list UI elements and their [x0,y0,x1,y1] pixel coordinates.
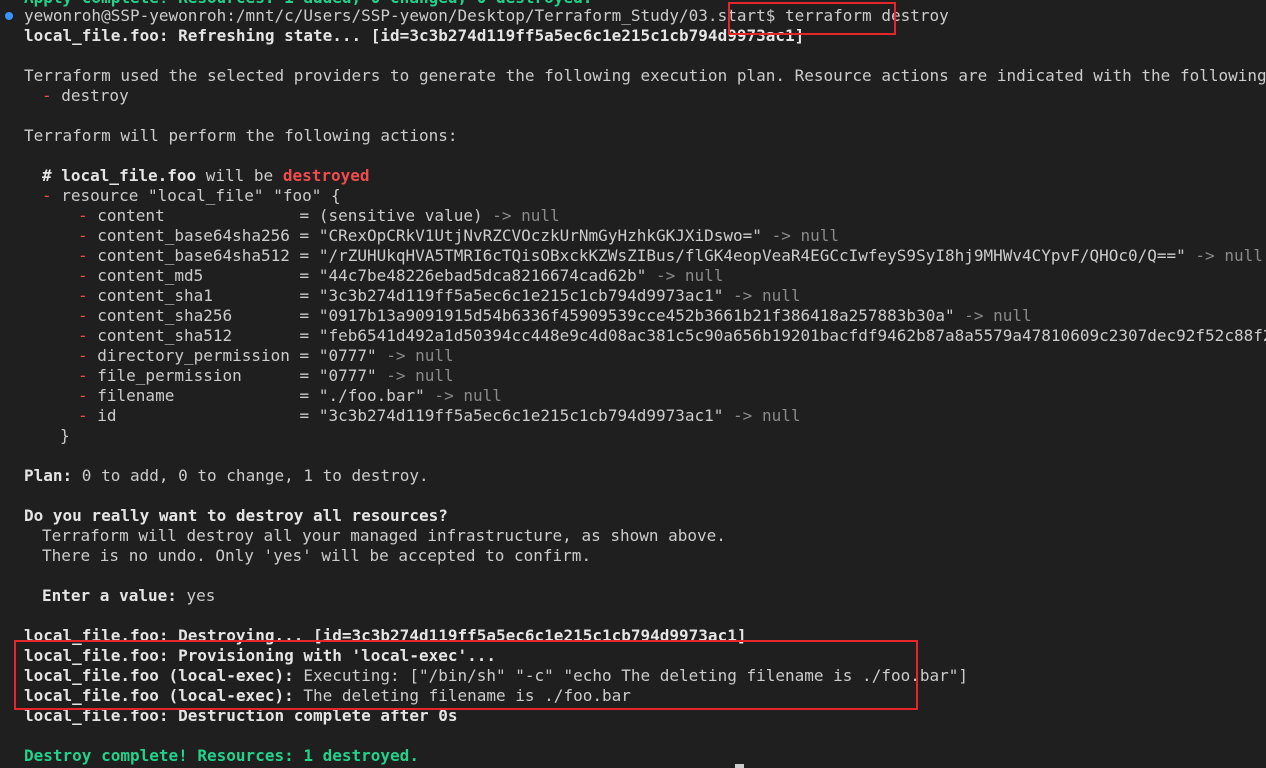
attr-value: "44c7be48226ebad5dca8216674cad62b" [318,266,647,285]
attr-arrow-null: -> null [424,386,502,405]
attr-arrow-null: -> null [761,226,839,245]
resource-comment-line: # local_file.foo will be destroyed [42,166,370,186]
attr-arrow-null: -> null [482,206,560,225]
will-be-text: will be [196,166,283,185]
attr-minus: - [78,366,98,385]
attr-minus: - [78,346,98,365]
attr-name: content_md5 [97,266,290,285]
attr-arrow-null: -> null [646,266,724,285]
attr-name: filename [97,386,290,405]
attr-minus: - [78,246,98,265]
terminal-panel[interactable]: Apply complete! Resources: 1 added, 0 ch… [0,0,1266,768]
attr-arrow-null: -> null [376,366,454,385]
attr-value: "0777" [318,346,377,365]
attr-arrow-null: -> null [723,286,801,305]
attr-minus: - [78,386,98,405]
attr-value: "0777" [318,366,377,385]
attr-eq: = [289,366,319,385]
attr-arrow-null: -> null [723,406,801,425]
attr-value: "0917b13a9091915d54b6336f45909539cce452b… [318,306,955,325]
resource-hash: # [42,166,62,185]
resource-decl-text: resource "local_file" "foo" { [61,186,341,205]
attr-eq: = [289,306,319,325]
refreshing-state-line: local_file.foo: Refreshing state... [id=… [24,26,805,45]
attr-minus: - [78,266,98,285]
resource-close-brace: } [60,426,70,445]
attr-name: directory_permission [97,346,290,365]
destroyed-word: destroyed [282,166,370,185]
attribute-row: - id = "3c3b274d119ff5a5ec6c1e215c1cb794… [78,406,800,426]
attr-minus: - [78,286,98,305]
attr-eq: = [289,246,319,265]
attr-minus: - [78,226,98,245]
attr-value: "/rZUHUkqHVA5TMRI6cTQisOBxckKZWsZIBus/fl… [318,246,1186,265]
attr-minus: - [78,326,98,345]
local-exec-highlight-box [14,640,918,710]
attr-arrow-null: -> null [376,346,454,365]
attr-arrow-null: -> null [954,306,1032,325]
enter-value-label: Enter a value: [42,586,177,605]
attr-minus: - [78,206,98,225]
attr-eq: = [289,206,319,225]
attr-eq: = [289,326,319,345]
attr-value: "3c3b274d119ff5a5ec6c1e215c1cb794d9973ac… [318,286,724,305]
confirm-question: Do you really want to destroy all resour… [24,506,448,525]
attr-name: content_base64sha512 [97,246,290,265]
resource-name: local_file.foo [61,166,197,185]
attr-value: "./foo.bar" [318,386,425,405]
attribute-row: - file_permission = "0777" -> null [78,366,454,386]
attribute-row: - content = (sensitive value) -> null [78,206,560,226]
providers-text: Terraform used the selected providers to… [24,66,1266,85]
resource-minus: - [42,186,62,205]
attribute-row: - filename = "./foo.bar" -> null [78,386,502,406]
enter-value-line: Enter a value: yes [42,586,215,606]
attr-minus: - [78,306,98,325]
resource-declaration: - resource "local_file" "foo" { [42,186,341,206]
perform-actions-text: Terraform will perform the following act… [24,126,458,145]
attr-name: content_sha512 [97,326,290,345]
attr-name: content_sha1 [97,286,290,305]
confirm-line-1: Terraform will destroy all your managed … [42,526,726,545]
attribute-row: - content_base64sha512 = "/rZUHUkqHVA5TM… [78,246,1263,266]
plan-summary: Plan: 0 to add, 0 to change, 1 to destro… [24,466,429,486]
plan-text: 0 to add, 0 to change, 1 to destroy. [72,466,429,485]
attr-eq: = [289,266,319,285]
attr-value: "feb6541d492a1d50394cc448e9c4d08ac381c5c… [318,326,1266,345]
attr-name: content [97,206,290,225]
attr-eq: = [289,406,319,425]
attribute-row: - content_sha256 = "0917b13a9091915d54b6… [78,306,1032,326]
attr-name: content_base64sha256 [97,226,290,245]
terminal-cursor [735,764,744,768]
attr-name: file_permission [97,366,290,385]
confirm-line-2: There is no undo. Only 'yes' will be acc… [42,546,592,565]
destroy-symbol: - [42,86,62,105]
destroy-symbol-word: destroy [61,86,129,105]
attr-eq: = [289,346,319,365]
attribute-row: - content_md5 = "44c7be48226ebad5dca8216… [78,266,723,286]
attribute-row: - content_base64sha256 = "CRexOpCRkV1Utj… [78,226,839,246]
attr-value: "CRexOpCRkV1UtjNvRZCVOczkUrNmGyHzhkGKJXi… [318,226,762,245]
command-status-dot-icon[interactable] [5,12,13,20]
enter-value-input: yes [176,586,216,605]
attr-eq: = [289,226,319,245]
attr-minus: - [78,406,98,425]
attribute-row: - content_sha1 = "3c3b274d119ff5a5ec6c1e… [78,286,800,306]
destroy-complete-line: Destroy complete! Resources: 1 destroyed… [24,746,419,765]
plan-label: Plan: [24,466,73,485]
attr-value: (sensitive value) [318,206,483,225]
attribute-row: - directory_permission = "0777" -> null [78,346,454,366]
attr-value: "3c3b274d119ff5a5ec6c1e215c1cb794d9973ac… [318,406,724,425]
command-highlight-box [728,2,896,35]
attr-eq: = [289,286,319,305]
attr-arrow-null: -> null [1185,246,1263,265]
attr-eq: = [289,386,319,405]
attr-name: id [97,406,290,425]
attr-name: content_sha256 [97,306,290,325]
attribute-row: - content_sha512 = "feb6541d492a1d50394c… [78,326,1266,346]
destroy-symbol-line: - destroy [42,86,129,106]
prompt-path: yewonroh@SSP-yewonroh:/mnt/c/Users/SSP-y… [24,6,776,25]
